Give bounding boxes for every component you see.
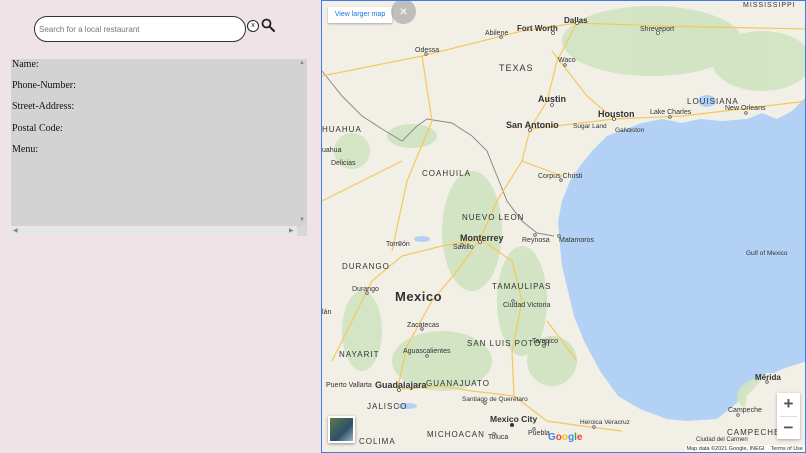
label-coahuila: COAHUILA <box>422 169 471 178</box>
map-embed[interactable]: MISSISSIPPI Fort Worth Dallas Shreveport… <box>321 0 806 453</box>
search-icon <box>261 18 275 32</box>
label-chihuahua-city: uahua <box>322 147 342 154</box>
mexico-city-marker <box>510 423 514 427</box>
label-aguascalientes: Aguascalientes <box>403 348 451 355</box>
label-chihuahua-state: HUAHUA <box>322 125 362 134</box>
label-mississippi: MISSISSIPPI <box>743 2 796 9</box>
label-waco: Waco <box>558 57 576 64</box>
label-culiacan: lán <box>322 309 331 316</box>
scroll-right-icon[interactable]: ▶ <box>289 227 294 234</box>
label-zacatecas: Zacatecas <box>407 322 440 329</box>
label-abilene: Abilene <box>485 30 508 37</box>
field-phone-number: Phone-Number: <box>12 80 76 92</box>
field-menu: Menu: <box>12 143 39 155</box>
label-reynosa: Reynosa <box>522 237 550 244</box>
search-input[interactable] <box>34 16 246 42</box>
label-guadalajara: Guadalajara <box>375 380 428 390</box>
scrollbar-corner <box>297 226 307 236</box>
satellite-toggle[interactable] <box>328 416 355 443</box>
google-logo: Google <box>548 432 582 443</box>
label-michoacan: MICHOACAN <box>427 430 485 439</box>
label-mexico-city: Mexico City <box>490 414 538 424</box>
label-delicias: Delicias <box>331 160 356 167</box>
restaurant-details-box: Name: Phone-Number: Street-Address: Post… <box>11 59 307 236</box>
terms-of-use-link[interactable]: Terms of Use <box>771 446 803 452</box>
label-merida: Mérida <box>755 373 781 382</box>
label-mexico: Mexico <box>395 289 442 304</box>
label-campeche-state: CAMPECHE <box>727 428 780 437</box>
label-nuevo-leon: NUEVO LEON <box>462 213 524 222</box>
label-new-orleans: New Orleans <box>725 105 766 112</box>
label-santiago-de-queretaro: Santiago de Querétaro <box>462 396 528 403</box>
horizontal-scrollbar[interactable]: ◀ ▶ <box>11 226 297 236</box>
scroll-up-icon[interactable]: ▲ <box>299 60 305 66</box>
label-austin: Austin <box>538 94 566 104</box>
label-tampico: Tampico <box>532 338 558 345</box>
view-larger-map-link[interactable]: View larger map <box>328 7 392 23</box>
label-guanajuato: GUANAJUATO <box>426 379 490 388</box>
label-ciudad-victoria: Ciudad Victoria <box>503 302 550 309</box>
label-texas: TEXAS <box>499 63 534 73</box>
label-puerto-vallarta: Puerto Vallarta <box>326 382 372 389</box>
label-gulf-of-mexico: Gulf of Mexico <box>746 250 788 257</box>
zoom-out-button[interactable]: − <box>777 417 800 439</box>
label-houston: Houston <box>598 109 635 119</box>
search-button[interactable] <box>261 18 275 32</box>
label-campeche-city: Campeche <box>728 407 762 414</box>
zoom-in-button[interactable]: + <box>777 393 800 416</box>
label-ciudad-del-carmen: Ciudad del Carmen <box>696 437 748 443</box>
label-heroica-veracruz: Heroica Veracruz <box>580 419 630 426</box>
label-puebla: Puebla <box>528 430 550 437</box>
lake <box>414 236 430 242</box>
close-icon[interactable]: × <box>391 1 416 24</box>
left-panel: x Name: Phone-Number: Street-Address: Po… <box>0 0 321 453</box>
google-logo-letter: e <box>576 432 583 443</box>
label-jalisco: JALISCO <box>367 402 407 411</box>
map-attribution: Map data ©2021 Google, INEGI Terms of Us… <box>684 445 805 452</box>
label-tamaulipas: TAMAULIPAS <box>492 282 552 291</box>
google-logo-letter: G <box>548 432 556 443</box>
vertical-scrollbar[interactable]: ▲ ▼ <box>297 59 307 226</box>
scroll-down-icon[interactable]: ▼ <box>299 217 305 223</box>
map-canvas[interactable]: MISSISSIPPI Fort Worth Dallas Shreveport… <box>322 1 806 453</box>
zoom-controls: + − <box>777 393 800 439</box>
details-content: Name: Phone-Number: Street-Address: Post… <box>11 59 297 226</box>
attribution-text: Map data ©2021 Google, INEGI <box>686 446 765 452</box>
field-street-address: Street-Address: <box>12 101 75 113</box>
label-toluca: Toluca <box>488 434 508 441</box>
label-durango-city: Durango <box>352 286 379 293</box>
field-postal-code: Postal Code: <box>12 122 63 134</box>
scroll-left-icon[interactable]: ◀ <box>13 227 18 234</box>
label-torreon: Torreón <box>386 241 410 248</box>
label-sugar-land: Sugar Land <box>573 123 607 130</box>
label-matamoros: Matamoros <box>559 237 595 244</box>
label-san-antonio: San Antonio <box>506 120 559 130</box>
label-lake-charles: Lake Charles <box>650 109 692 116</box>
label-nayarit: NAYARIT <box>339 350 379 359</box>
field-name: Name: <box>12 59 39 70</box>
label-durango-state: DURANGO <box>342 262 390 271</box>
label-colima: COLIMA <box>359 437 396 446</box>
clear-search-button[interactable]: x <box>247 20 259 32</box>
